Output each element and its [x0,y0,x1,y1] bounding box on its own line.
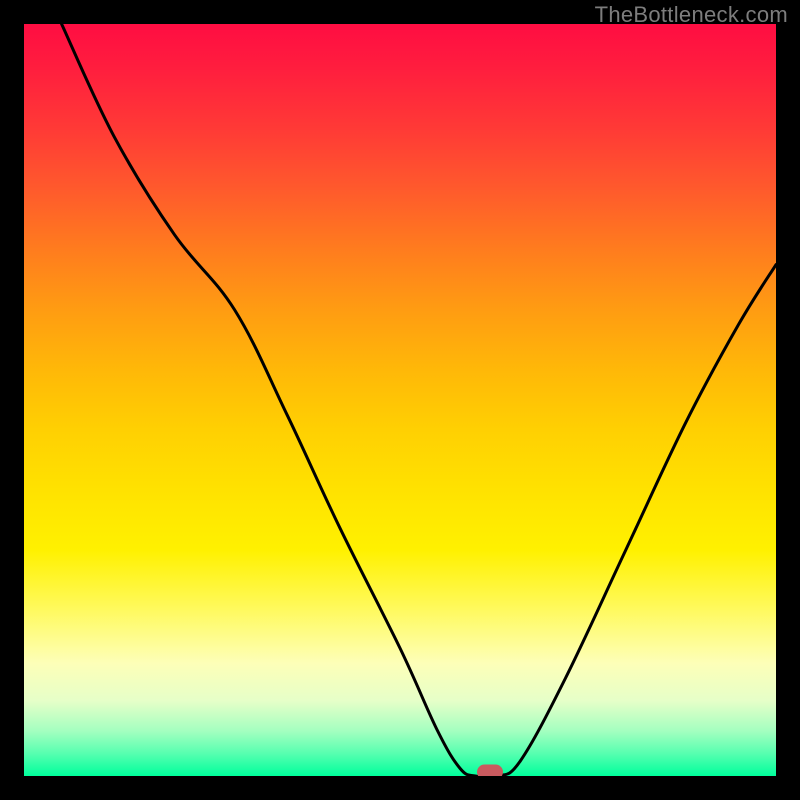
optimal-point-marker [477,765,503,776]
plot-area [24,24,776,776]
chart-frame: TheBottleneck.com [0,0,800,800]
bottleneck-curve [24,24,776,776]
